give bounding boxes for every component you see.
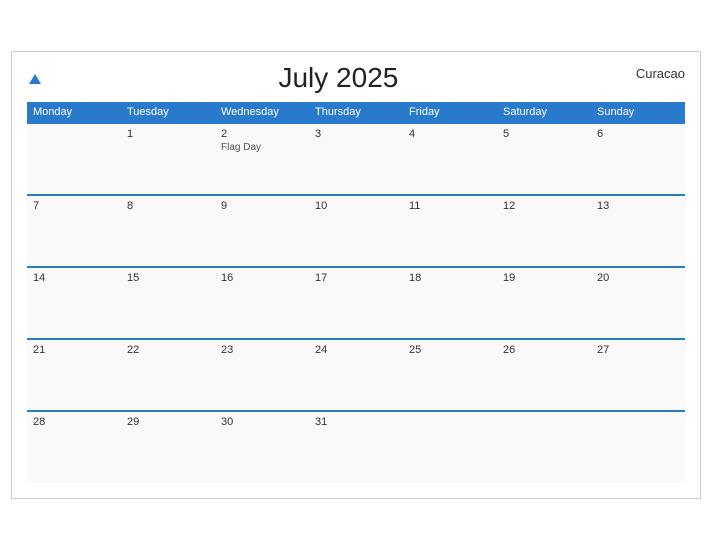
calendar-location: Curacao [636,66,685,81]
holiday-label: Flag Day [221,142,303,153]
calendar-cell: 1 [121,123,215,195]
day-number: 15 [127,272,209,284]
calendar-header-row: MondayTuesdayWednesdayThursdayFridaySatu… [27,102,685,123]
calendar-cell: 5 [497,123,591,195]
logo [27,70,41,86]
calendar-cell: 2 Flag Day [215,123,309,195]
calendar-cell: 19 [497,267,591,339]
calendar-cell: 24 [309,339,403,411]
calendar-cell: 31 [309,411,403,483]
calendar-cell: 23 [215,339,309,411]
day-number: 10 [315,200,397,212]
day-number: 5 [503,128,585,140]
calendar-cell: 22 [121,339,215,411]
day-number: 31 [315,416,397,428]
day-number: 2 [221,128,303,140]
calendar-cell: 28 [27,411,121,483]
calendar-cell: 25 [403,339,497,411]
calendar-cell: 15 [121,267,215,339]
day-number: 25 [409,344,491,356]
calendar-cell: 8 [121,195,215,267]
calendar-cell: 6 [591,123,685,195]
calendar-cell: 12 [497,195,591,267]
calendar-week-row: 12 Flag Day 3456 [27,123,685,195]
day-of-week-friday: Friday [403,102,497,123]
calendar-cell: 20 [591,267,685,339]
calendar: July 2025 Curacao MondayTuesdayWednesday… [11,51,701,499]
day-number: 19 [503,272,585,284]
logo-general [27,70,41,86]
day-number: 26 [503,344,585,356]
day-number: 28 [33,416,115,428]
calendar-cell: 30 [215,411,309,483]
day-of-week-sunday: Sunday [591,102,685,123]
day-number: 1 [127,128,209,140]
calendar-cell [591,411,685,483]
calendar-cell: 7 [27,195,121,267]
calendar-week-row: 28 29 30 31 [27,411,685,483]
calendar-week-row: 789 10 11 12 13 [27,195,685,267]
calendar-cell: 16 [215,267,309,339]
calendar-cell: 4 [403,123,497,195]
day-number: 8 [127,200,209,212]
day-number: 16 [221,272,303,284]
day-of-week-wednesday: Wednesday [215,102,309,123]
day-number: 20 [597,272,679,284]
calendar-cell: 10 [309,195,403,267]
calendar-cell: 9 [215,195,309,267]
calendar-cell: 17 [309,267,403,339]
calendar-cell: 3 [309,123,403,195]
calendar-cell: 11 [403,195,497,267]
calendar-cell: 18 [403,267,497,339]
calendar-cell: 27 [591,339,685,411]
day-of-week-saturday: Saturday [497,102,591,123]
day-number: 11 [409,200,491,212]
day-number: 3 [315,128,397,140]
day-number: 24 [315,344,397,356]
day-number: 7 [33,200,115,212]
calendar-grid: MondayTuesdayWednesdayThursdayFridaySatu… [27,102,685,483]
calendar-cell: 13 [591,195,685,267]
day-number: 17 [315,272,397,284]
day-number: 27 [597,344,679,356]
day-number: 18 [409,272,491,284]
calendar-cell: 14 [27,267,121,339]
calendar-cell: 21 [27,339,121,411]
calendar-week-row: 14 15 16 17 18 19 20 [27,267,685,339]
calendar-title: July 2025 [41,62,636,94]
day-of-week-thursday: Thursday [309,102,403,123]
day-number: 14 [33,272,115,284]
day-number: 12 [503,200,585,212]
day-number: 21 [33,344,115,356]
calendar-cell [403,411,497,483]
day-number: 6 [597,128,679,140]
day-number: 9 [221,200,303,212]
day-of-week-tuesday: Tuesday [121,102,215,123]
day-number: 29 [127,416,209,428]
calendar-cell: 26 [497,339,591,411]
calendar-week-row: 21 22 23 24 25 26 27 [27,339,685,411]
calendar-header: July 2025 Curacao [27,62,685,94]
calendar-cell [497,411,591,483]
day-number: 13 [597,200,679,212]
calendar-body: 12Flag Day345678910111213141516171819202… [27,123,685,483]
day-of-week-monday: Monday [27,102,121,123]
day-number: 22 [127,344,209,356]
calendar-cell: 29 [121,411,215,483]
day-number: 4 [409,128,491,140]
logo-triangle-icon [29,74,41,84]
day-number: 23 [221,344,303,356]
day-number: 30 [221,416,303,428]
calendar-cell [27,123,121,195]
